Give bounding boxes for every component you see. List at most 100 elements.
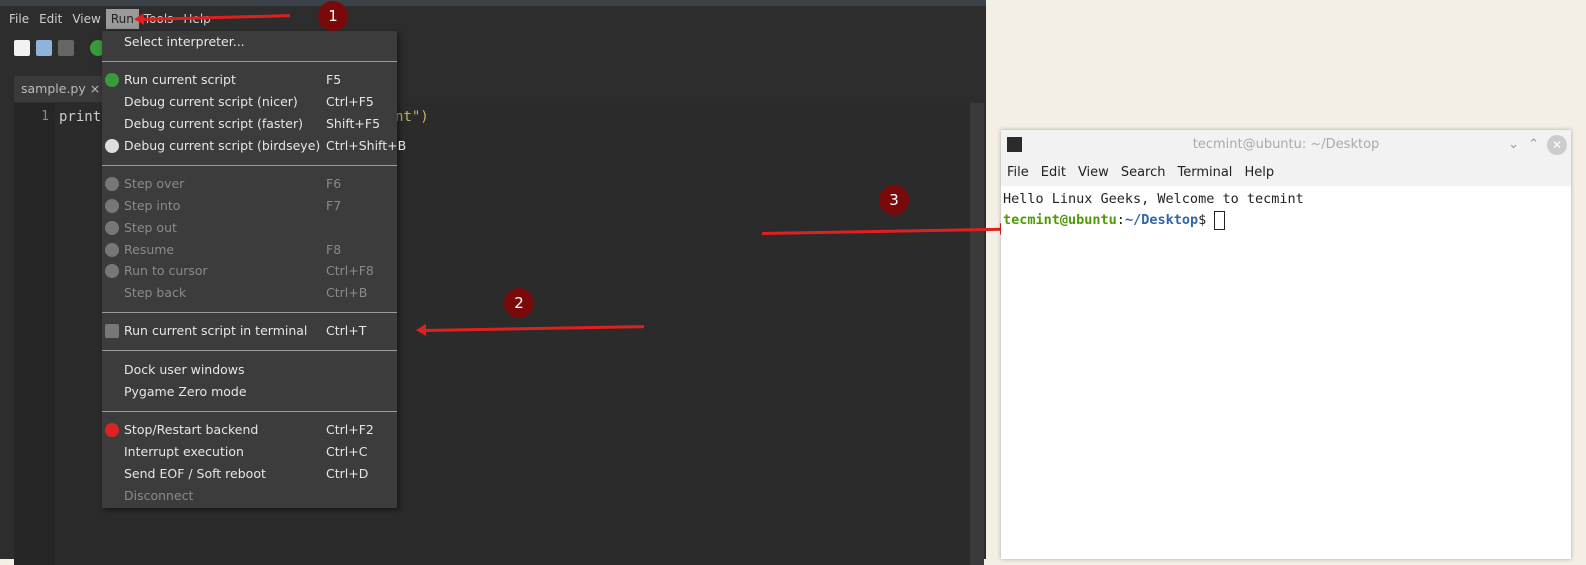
terminal-menubar: File Edit View Search Terminal Help — [1001, 160, 1571, 186]
menu-item-send-eof-soft-reboot[interactable]: Send EOF / Soft reboot Ctrl+D — [102, 463, 397, 485]
menu-separator — [102, 411, 397, 412]
menu-item-shortcut: F6 — [326, 176, 342, 191]
menu-item-label: Step out — [124, 220, 177, 235]
close-icon[interactable]: × — [90, 81, 100, 96]
tab-sample-py[interactable]: sample.py × — [14, 76, 108, 102]
close-icon[interactable]: ✕ — [1547, 135, 1567, 155]
menu-item-label: Stop/Restart backend — [124, 422, 259, 437]
menu-item-run-to-cursor[interactable]: Run to cursor Ctrl+F8 — [102, 260, 397, 282]
menu-item-label: Resume — [124, 242, 175, 257]
menu-item-select-interpreter[interactable]: Select interpreter... — [102, 31, 397, 53]
menu-item-label: Debug current script (nicer) — [124, 94, 298, 109]
menu-item-resume[interactable]: Resume F8 — [102, 239, 397, 261]
menu-item-label: Run current script — [124, 72, 236, 87]
minimize-icon[interactable]: ⌄ — [1508, 130, 1519, 160]
menu-item-shortcut: Ctrl+D — [326, 466, 369, 481]
menu-item-shortcut: Ctrl+T — [326, 323, 367, 338]
menu-item-shortcut: F5 — [326, 72, 342, 87]
menu-item-label: Select interpreter... — [124, 34, 245, 49]
menu-item-label: Pygame Zero mode — [124, 384, 247, 399]
menu-separator — [102, 312, 397, 313]
menu-item-debug-current-script-nicer[interactable]: Debug current script (nicer) Ctrl+F5 — [102, 91, 397, 113]
maximize-icon[interactable]: ⌃ — [1528, 130, 1539, 160]
menu-item-debug-current-script-birdseye[interactable]: Debug current script (birdseye) Ctrl+Shif… — [102, 135, 406, 157]
terminal-menu-terminal[interactable]: Terminal — [1177, 160, 1232, 186]
annotation-badge-1: 1 — [318, 1, 348, 31]
menu-item-shortcut: Ctrl+F5 — [326, 94, 374, 109]
terminal-output[interactable]: Hello Linux Geeks, Welcome to tecmint te… — [1001, 186, 1571, 234]
terminal-menu-help[interactable]: Help — [1244, 160, 1274, 186]
menu-edit[interactable]: Edit — [34, 9, 67, 29]
menu-item-interrupt-execution[interactable]: Interrupt execution Ctrl+C — [102, 441, 397, 463]
terminal-menu-edit[interactable]: Edit — [1041, 160, 1066, 186]
menu-item-label: Dock user windows — [124, 362, 245, 377]
run-menu-dropdown: Select interpreter... Run current script F… — [102, 31, 406, 508]
menu-item-step-back[interactable]: Step back Ctrl+B — [102, 282, 397, 304]
menu-item-pygame-zero-mode[interactable]: Pygame Zero mode — [102, 381, 397, 403]
run-to-cursor-icon — [105, 264, 119, 278]
prompt-user: tecmint@ubuntu — [1003, 212, 1117, 228]
terminal-icon — [105, 324, 119, 338]
line-gutter: 1 — [14, 103, 55, 565]
menu-item-shortcut: Ctrl+F8 — [326, 263, 374, 278]
output-line: Hello Linux Geeks, Welcome to tecmint — [1003, 191, 1304, 207]
step-over-icon — [105, 177, 119, 191]
save-file-icon[interactable] — [58, 40, 74, 56]
stop-icon — [105, 423, 119, 437]
menu-item-run-current-script-in-terminal[interactable]: Run current script in terminal Ctrl+T — [102, 320, 397, 342]
menu-separator — [102, 165, 397, 166]
menu-item-label: Debug current script (birdseye) — [124, 138, 321, 153]
prompt-symbol: $ — [1198, 212, 1215, 228]
resume-icon — [105, 243, 119, 257]
terminal-titlebar: tecmint@ubuntu: ~/Desktop ⌄ ⌃ ✕ — [1001, 130, 1571, 160]
new-file-icon[interactable] — [14, 40, 30, 56]
menu-item-label: Interrupt execution — [124, 444, 244, 459]
prompt-separator: : — [1116, 212, 1125, 228]
annotation-badge-3: 3 — [879, 185, 909, 215]
prompt-line: tecmint@ubuntu:~/Desktop$ — [1003, 210, 1569, 231]
menu-item-label: Run current script in terminal — [124, 323, 308, 338]
terminal-app-icon — [1007, 137, 1022, 152]
menu-item-shortcut: Shift+F5 — [326, 116, 381, 131]
menu-item-run-current-script[interactable]: Run current script F5 — [102, 69, 397, 91]
birdseye-icon — [105, 139, 119, 153]
menu-view[interactable]: View — [67, 9, 105, 29]
menu-item-step-out[interactable]: Step out — [102, 217, 397, 239]
terminal-window: tecmint@ubuntu: ~/Desktop ⌄ ⌃ ✕ File Edi… — [1001, 130, 1571, 559]
menu-item-label: Run to cursor — [124, 263, 208, 278]
menu-separator — [102, 350, 397, 351]
editor-scrollbar[interactable] — [970, 103, 984, 565]
step-into-icon — [105, 199, 119, 213]
menu-item-label: Disconnect — [124, 488, 194, 503]
menu-item-label: Debug current script (faster) — [124, 116, 304, 131]
toolbar — [14, 40, 106, 56]
code-text-end: nt") — [395, 109, 429, 125]
menu-separator — [102, 61, 397, 62]
menu-item-shortcut: Ctrl+C — [326, 444, 368, 459]
prompt-path: ~/Desktop — [1124, 212, 1199, 228]
step-out-icon — [105, 221, 119, 235]
annotation-badge-2: 2 — [504, 288, 534, 318]
menu-item-shortcut: F7 — [326, 198, 342, 213]
menu-item-shortcut: Ctrl+F2 — [326, 422, 374, 437]
menu-item-disconnect[interactable]: Disconnect — [102, 485, 397, 507]
menu-file[interactable]: File — [4, 9, 34, 29]
line-number: 1 — [41, 109, 49, 124]
terminal-title: tecmint@ubuntu: ~/Desktop — [1192, 137, 1380, 152]
menu-item-shortcut: Ctrl+Shift+B — [326, 138, 407, 153]
terminal-menu-search[interactable]: Search — [1121, 160, 1166, 186]
terminal-menu-file[interactable]: File — [1007, 160, 1029, 186]
menu-item-label: Step into — [124, 198, 181, 213]
menu-item-step-into[interactable]: Step into F7 — [102, 195, 397, 217]
menu-item-debug-current-script-faster[interactable]: Debug current script (faster) Shift+F5 — [102, 113, 397, 135]
run-icon — [105, 73, 119, 87]
cursor — [1214, 210, 1226, 230]
tab-label: sample.py — [21, 81, 86, 96]
menu-item-stop-restart-backend[interactable]: Stop/Restart backend Ctrl+F2 — [102, 419, 397, 441]
menu-item-label: Step back — [124, 285, 187, 300]
menu-item-dock-user-windows[interactable]: Dock user windows — [102, 359, 397, 381]
terminal-menu-view[interactable]: View — [1078, 160, 1109, 186]
menu-item-shortcut: F8 — [326, 242, 342, 257]
menu-item-step-over[interactable]: Step over F6 — [102, 173, 397, 195]
open-file-icon[interactable] — [36, 40, 52, 56]
